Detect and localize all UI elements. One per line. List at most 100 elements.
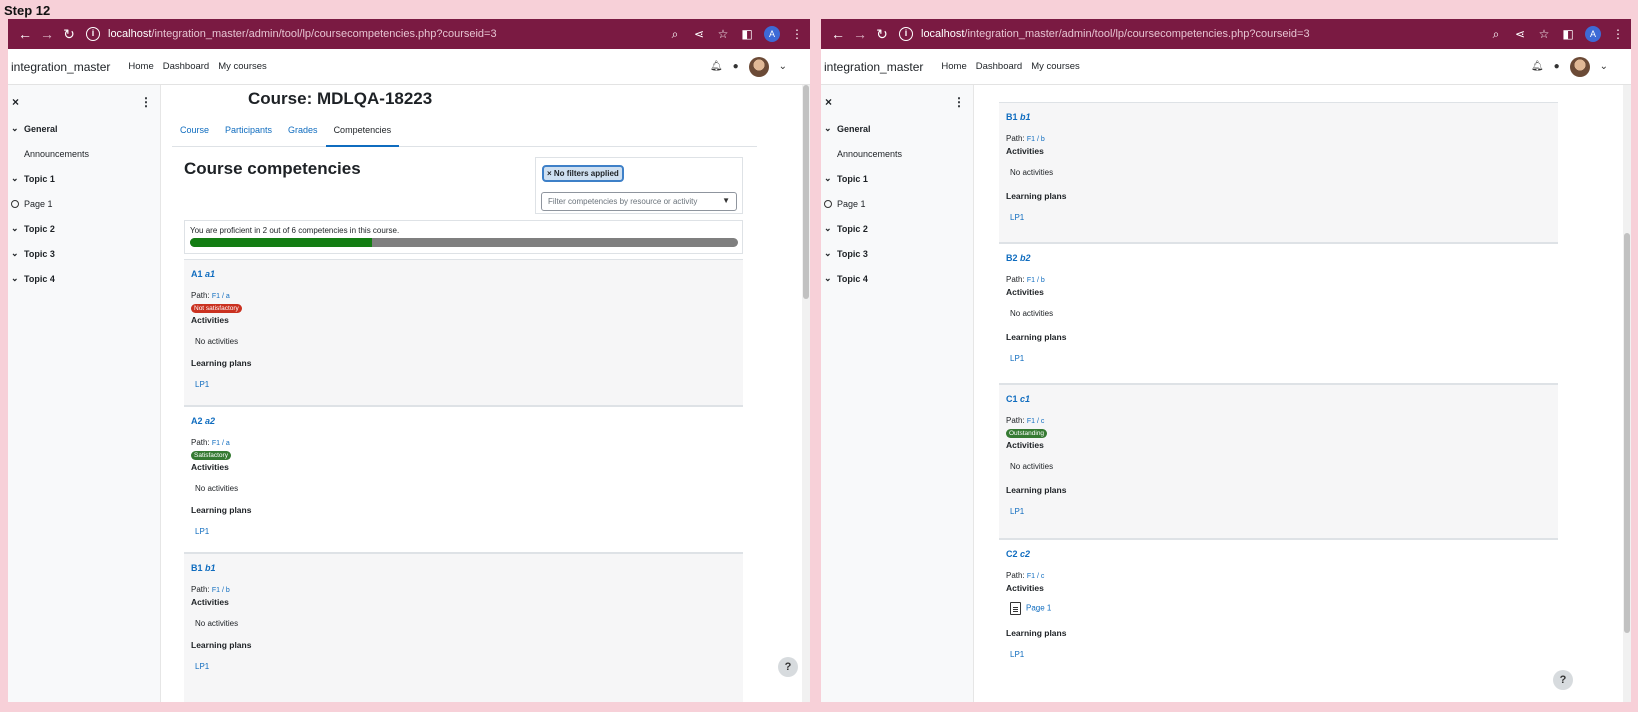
nav-home[interactable]: Home bbox=[941, 61, 966, 72]
learning-plan-link[interactable]: LP1 bbox=[195, 662, 209, 671]
drawer-more-icon[interactable]: ⋮ bbox=[953, 95, 965, 109]
star-icon[interactable]: ☆ bbox=[1537, 27, 1551, 41]
competency-title[interactable]: C2 c2 bbox=[1006, 549, 1030, 559]
browser-menu-icon[interactable]: ⋮ bbox=[790, 27, 804, 41]
close-drawer-icon[interactable]: × bbox=[12, 95, 19, 109]
nav-home[interactable]: Home bbox=[128, 61, 153, 72]
chevron-down-icon[interactable]: ⌄ bbox=[824, 173, 832, 184]
chevron-down-icon[interactable]: ⌄ bbox=[779, 61, 787, 72]
left-browser-window: ← → ↻ i localhost/integration_master/adm… bbox=[8, 19, 810, 702]
tab-participants[interactable]: Participants bbox=[217, 121, 280, 147]
sidebar-item-topic-1[interactable]: ⌄ Topic 1 bbox=[821, 173, 973, 184]
browser-menu-icon[interactable]: ⋮ bbox=[1611, 27, 1625, 41]
sidebar-item-topic-2[interactable]: ⌄ Topic 2 bbox=[8, 223, 160, 234]
close-drawer-icon[interactable]: × bbox=[825, 95, 832, 109]
progress-text: You are proficient in 2 out of 6 compete… bbox=[190, 226, 400, 235]
sidebar-item-topic-4[interactable]: ⌄ Topic 4 bbox=[821, 273, 973, 284]
sidebar-item-topic-2[interactable]: ⌄ Topic 2 bbox=[821, 223, 973, 234]
sidebar-item-announcements[interactable]: Announcements bbox=[821, 149, 973, 159]
share-icon[interactable]: ⋖ bbox=[692, 27, 706, 41]
competency-title[interactable]: B1 b1 bbox=[1006, 112, 1031, 122]
site-name[interactable]: integration_master bbox=[11, 60, 110, 74]
learning-plan-link[interactable]: LP1 bbox=[195, 527, 209, 536]
chevron-down-icon[interactable]: ⌄ bbox=[11, 273, 19, 284]
site-info-icon[interactable]: i bbox=[86, 27, 100, 41]
nav-my-courses[interactable]: My courses bbox=[1031, 61, 1080, 72]
competency-card-b2: B2 b2 Path: F1 / b Activities No activit… bbox=[999, 243, 1558, 384]
nav-dashboard[interactable]: Dashboard bbox=[163, 61, 209, 72]
scrollbar-thumb[interactable] bbox=[803, 85, 809, 299]
learning-plan-link[interactable]: LP1 bbox=[1010, 650, 1024, 659]
address-bar[interactable]: i localhost/integration_master/admin/too… bbox=[86, 23, 662, 45]
help-button[interactable]: ? bbox=[778, 657, 798, 677]
chevron-down-icon[interactable]: ⌄ bbox=[11, 123, 19, 134]
help-button[interactable]: ? bbox=[1553, 670, 1573, 690]
chevron-down-icon[interactable]: ⌄ bbox=[11, 248, 19, 259]
competency-title[interactable]: B1 b1 bbox=[191, 563, 216, 573]
sidebar-item-topic-3[interactable]: ⌄ Topic 3 bbox=[821, 248, 973, 259]
progress-bar bbox=[190, 238, 738, 247]
tab-grades[interactable]: Grades bbox=[280, 121, 326, 147]
filter-competencies-select[interactable]: Filter competencies by resource or activ… bbox=[541, 192, 737, 211]
chevron-down-icon[interactable]: ⌄ bbox=[824, 273, 832, 284]
scrollbar-thumb[interactable] bbox=[1624, 233, 1630, 633]
activities-heading: Activities bbox=[191, 462, 229, 472]
chat-icon[interactable]: ● bbox=[1554, 61, 1560, 72]
back-arrow-icon[interactable]: ← bbox=[827, 26, 849, 42]
site-name[interactable]: integration_master bbox=[824, 60, 923, 74]
no-filters-pill[interactable]: × No filters applied bbox=[542, 165, 624, 182]
learning-plan-link[interactable]: LP1 bbox=[195, 380, 209, 389]
forward-arrow-icon[interactable]: → bbox=[849, 26, 871, 42]
tab-course[interactable]: Course bbox=[172, 121, 217, 147]
reload-icon[interactable]: ↻ bbox=[871, 26, 893, 43]
sidebar-item-topic-1[interactable]: ⌄ Topic 1 bbox=[8, 173, 160, 184]
zoom-icon[interactable]: ⌕ bbox=[1489, 27, 1503, 42]
activity-link-page-1[interactable]: Page 1 bbox=[1010, 602, 1051, 615]
learning-plan-link[interactable]: LP1 bbox=[1010, 507, 1024, 516]
competency-title[interactable]: B2 b2 bbox=[1006, 253, 1031, 263]
bell-icon[interactable]: 🔔︎ bbox=[710, 61, 723, 72]
moodle-navbar: integration_master Home Dashboard My cou… bbox=[8, 49, 810, 85]
address-bar[interactable]: i localhost/integration_master/admin/too… bbox=[899, 23, 1483, 45]
profile-avatar[interactable]: A bbox=[764, 26, 780, 42]
competency-title[interactable]: C1 c1 bbox=[1006, 394, 1030, 404]
site-info-icon[interactable]: i bbox=[899, 27, 913, 41]
side-panel-icon[interactable]: ◧ bbox=[1561, 27, 1575, 41]
sidebar-item-page-1[interactable]: Page 1 bbox=[821, 199, 973, 209]
side-panel-icon[interactable]: ◧ bbox=[740, 27, 754, 41]
profile-avatar[interactable]: A bbox=[1585, 26, 1601, 42]
sidebar-item-page-1[interactable]: Page 1 bbox=[8, 199, 160, 209]
chevron-down-icon[interactable]: ⌄ bbox=[11, 173, 19, 184]
page-scrollbar[interactable] bbox=[1623, 85, 1631, 702]
sidebar-item-general[interactable]: ⌄ General bbox=[821, 123, 973, 134]
star-icon[interactable]: ☆ bbox=[716, 27, 730, 41]
reload-icon[interactable]: ↻ bbox=[58, 26, 80, 43]
competency-title[interactable]: A2 a2 bbox=[191, 416, 215, 426]
forward-arrow-icon[interactable]: → bbox=[36, 26, 58, 42]
page-scrollbar[interactable] bbox=[802, 85, 810, 702]
nav-dashboard[interactable]: Dashboard bbox=[976, 61, 1022, 72]
bell-icon[interactable]: 🔔︎ bbox=[1531, 61, 1544, 72]
zoom-icon[interactable]: ⌕ bbox=[668, 27, 682, 42]
chevron-down-icon[interactable]: ⌄ bbox=[824, 248, 832, 259]
drawer-more-icon[interactable]: ⋮ bbox=[140, 95, 152, 109]
user-avatar[interactable] bbox=[748, 56, 769, 77]
chevron-down-icon[interactable]: ⌄ bbox=[1600, 61, 1608, 72]
tab-competencies[interactable]: Competencies bbox=[325, 121, 400, 147]
back-arrow-icon[interactable]: ← bbox=[14, 26, 36, 42]
learning-plan-link[interactable]: LP1 bbox=[1010, 213, 1024, 222]
chevron-down-icon[interactable]: ⌄ bbox=[824, 123, 832, 134]
chevron-down-icon[interactable]: ⌄ bbox=[11, 223, 19, 234]
chevron-down-icon[interactable]: ⌄ bbox=[824, 223, 832, 234]
sidebar-item-general[interactable]: ⌄ General bbox=[8, 123, 160, 134]
sidebar-item-announcements[interactable]: Announcements bbox=[8, 149, 160, 159]
sidebar-item-topic-3[interactable]: ⌄ Topic 3 bbox=[8, 248, 160, 259]
chat-icon[interactable]: ● bbox=[733, 61, 739, 72]
user-avatar[interactable] bbox=[1569, 56, 1590, 77]
learning-plan-link[interactable]: LP1 bbox=[1010, 354, 1024, 363]
nav-my-courses[interactable]: My courses bbox=[218, 61, 267, 72]
share-icon[interactable]: ⋖ bbox=[1513, 27, 1527, 41]
sidebar-item-label: Topic 1 bbox=[837, 174, 868, 184]
competency-title[interactable]: A1 a1 bbox=[191, 269, 215, 279]
sidebar-item-topic-4[interactable]: ⌄ Topic 4 bbox=[8, 273, 160, 284]
